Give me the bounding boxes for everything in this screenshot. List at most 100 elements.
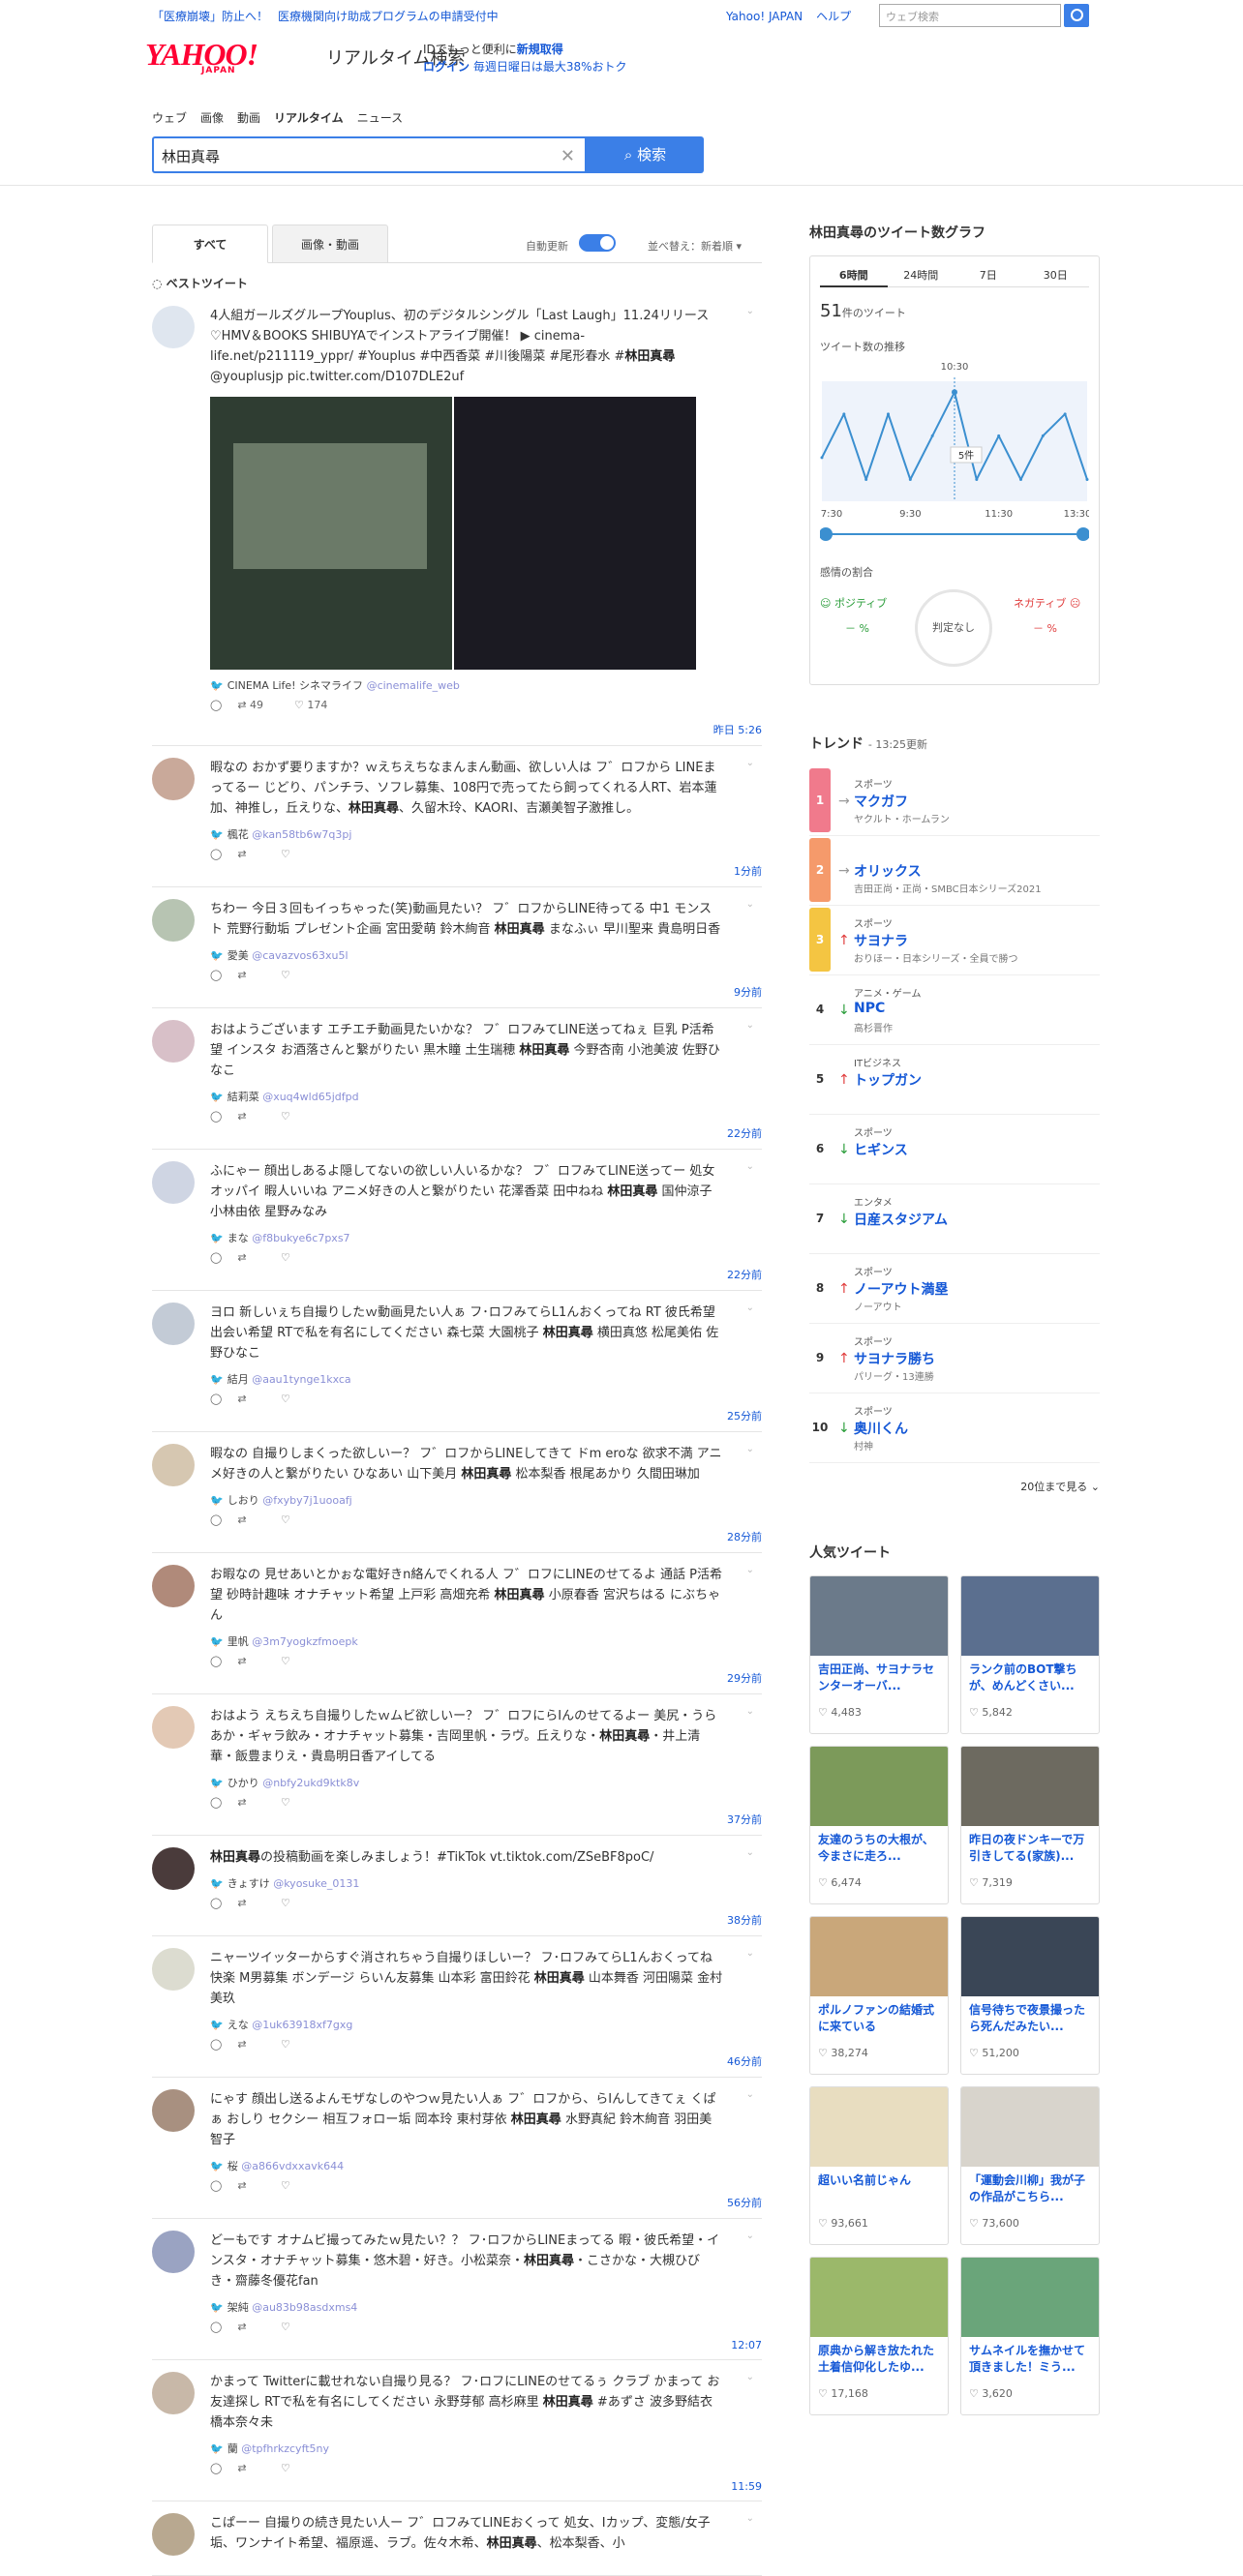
tab-media[interactable]: 画像・動画 <box>272 225 388 263</box>
tweet-time[interactable]: 46分前 <box>727 2053 762 2069</box>
help-link[interactable]: ヘルプ <box>816 10 851 23</box>
reply-icon[interactable]: ◯ <box>210 2321 222 2333</box>
like-icon[interactable]: ♡ <box>281 2462 306 2474</box>
tweet-time[interactable]: 28分前 <box>727 1529 762 1544</box>
popular-tweet-card[interactable]: ポルノファンの結婚式に来ている ♡ 38,274 <box>809 1916 949 2075</box>
like-icon[interactable]: ♡ <box>281 2038 306 2051</box>
tweet-line-chart[interactable]: 10:30 5件 7:30 9:30 11:30 13:30 <box>820 358 1089 547</box>
popular-tweet-card[interactable]: 原典から解き放たれた土着信仰化したゆ... ♡ 17,168 <box>809 2257 949 2415</box>
popular-tweet-text[interactable]: サムネイルを撫かせて頂きました！ミう... <box>961 2337 1099 2385</box>
reply-icon[interactable]: ◯ <box>210 1110 222 1123</box>
user-avatar[interactable] <box>152 758 195 800</box>
popular-tweet-card[interactable]: 信号待ちで夜景撮ったら死んだみたい... ♡ 51,200 <box>960 1916 1100 2075</box>
trend-name[interactable]: サヨナラ <box>854 931 908 950</box>
nav-news[interactable]: ニュース <box>357 111 403 125</box>
top-link-covid[interactable]: 「医療崩壊」防止へ！ <box>152 10 268 23</box>
retweet-icon[interactable]: ⇄ <box>237 1513 265 1526</box>
tweet-user[interactable]: 🐦 ひかり @nbfy2ukd9ktk8v <box>210 1775 762 1790</box>
tweet-user[interactable]: 🐦 蘭 @tpfhrkzcyft5ny <box>210 2441 762 2456</box>
chevron-down-icon[interactable]: ⌄ <box>746 1565 754 1575</box>
chevron-down-icon[interactable]: ⌄ <box>746 2089 754 2100</box>
trend-name[interactable]: 奥川くん <box>854 1419 908 1438</box>
yahoo-japan-link[interactable]: Yahoo! JAPAN <box>726 10 803 23</box>
chevron-down-icon[interactable]: ⌄ <box>746 1303 754 1313</box>
reply-icon[interactable]: ◯ <box>210 2462 222 2474</box>
tweet-user[interactable]: 🐦 愛美 @cavazvos63xu5l <box>210 947 762 963</box>
reply-icon[interactable]: ◯ <box>210 1251 222 1264</box>
like-icon[interactable]: ♡ <box>281 1251 306 1264</box>
reply-icon[interactable]: ◯ <box>210 1655 222 1667</box>
trend-item[interactable]: 7 ↓ エンタメ 日産スタジアム <box>809 1184 1100 1254</box>
like-icon[interactable]: ♡ <box>281 1110 306 1123</box>
chevron-down-icon[interactable]: ⌄ <box>746 1847 754 1858</box>
sort-dropdown[interactable]: 並べ替え：新着順 ▾ <box>648 238 742 254</box>
tweet-user[interactable]: 🐦 えな @1uk63918xf7gxg <box>210 2017 762 2032</box>
user-avatar[interactable] <box>152 2231 195 2273</box>
user-avatar[interactable] <box>152 1706 195 1749</box>
trend-item[interactable]: 4 ↓ アニメ・ゲーム NPC 高杉晋作 <box>809 975 1100 1045</box>
user-avatar[interactable] <box>152 2513 195 2556</box>
user-avatar[interactable] <box>152 2372 195 2414</box>
reply-icon[interactable]: ◯ <box>210 1897 222 1909</box>
retweet-icon[interactable]: ⇄ <box>237 1251 265 1264</box>
chevron-down-icon[interactable]: ⌄ <box>746 2231 754 2241</box>
popular-tweet-card[interactable]: 吉田正尚、サヨナラセンターオーバ... ♡ 4,483 <box>809 1575 949 1734</box>
tab-all[interactable]: すべて <box>152 225 268 263</box>
clear-icon[interactable]: ✕ <box>561 146 575 166</box>
tweet-user[interactable]: 🐦 里帆 @3m7yogkzfmoepk <box>210 1633 762 1649</box>
graph-tab-6h[interactable]: 6時間 <box>820 264 888 287</box>
like-icon[interactable]: ♡ <box>281 2179 306 2192</box>
like-icon[interactable]: ♡ <box>281 848 306 860</box>
chevron-down-icon[interactable]: ⌄ <box>746 1948 754 1959</box>
popular-tweet-card[interactable]: 「運動会川柳」我が子の作品がこちら... ♡ 73,600 <box>960 2086 1100 2245</box>
user-avatar[interactable] <box>152 899 195 942</box>
popular-tweet-card[interactable]: 友達のうちの大根が、今まさに走ろ... ♡ 6,474 <box>809 1746 949 1904</box>
nav-video[interactable]: 動画 <box>237 111 260 125</box>
chevron-down-icon[interactable]: ⌄ <box>746 2513 754 2524</box>
tweet-user[interactable]: 🐦 しおり @fxyby7j1uooafj <box>210 1492 762 1508</box>
tweet-time[interactable]: 1分前 <box>734 863 762 879</box>
trend-item[interactable]: 1 → スポーツ マクガフ ヤクルト・ホームラン <box>809 766 1100 836</box>
nav-realtime[interactable]: リアルタイム <box>274 111 344 125</box>
reply-icon[interactable]: ◯ <box>210 1513 222 1526</box>
chevron-down-icon[interactable]: ⌄ <box>746 1161 754 1172</box>
retweet-icon[interactable]: ⇄ <box>237 1110 265 1123</box>
tweet-time[interactable]: 9分前 <box>734 984 762 1000</box>
trend-more-link[interactable]: 20位まで見る ⌄ <box>809 1479 1100 1494</box>
user-avatar[interactable] <box>152 1565 195 1607</box>
retweet-icon[interactable]: ⇄ 49 <box>237 699 279 711</box>
tweet-time[interactable]: 22分前 <box>727 1125 762 1141</box>
popular-tweet-text[interactable]: 原典から解き放たれた土着信仰化したゆ... <box>810 2337 948 2385</box>
trend-item[interactable]: 3 ↑ スポーツ サヨナラ おりほー・日本シリーズ・全員で勝つ <box>809 906 1100 975</box>
web-search-input[interactable]: ウェブ検索 <box>879 4 1061 27</box>
search-button[interactable]: ⌕ 検索 <box>587 136 704 173</box>
tweet-time[interactable]: 11:59 <box>731 2480 762 2493</box>
like-icon[interactable]: ♡ 174 <box>294 699 343 711</box>
chevron-down-icon[interactable]: ⌄ <box>746 2372 754 2382</box>
chevron-down-icon[interactable]: ⌄ <box>746 1020 754 1031</box>
popular-tweet-text[interactable]: 信号待ちで夜景撮ったら死んだみたい... <box>961 1996 1099 2045</box>
popular-tweet-text[interactable]: ポルノファンの結婚式に来ている <box>810 1996 948 2045</box>
tweet-user[interactable]: 🐦 結月 @aau1tynge1kxca <box>210 1371 762 1387</box>
tweet-time[interactable]: 昨日 5:26 <box>713 722 762 737</box>
user-avatar[interactable] <box>152 1948 195 1991</box>
popular-tweet-text[interactable]: 友達のうちの大根が、今まさに走ろ... <box>810 1826 948 1874</box>
graph-tab-7d[interactable]: 7日 <box>955 264 1022 287</box>
user-avatar[interactable] <box>152 1303 195 1345</box>
like-icon[interactable]: ♡ <box>281 1393 306 1405</box>
auto-update-toggle[interactable] <box>579 234 616 252</box>
sunday-promo-link[interactable]: 毎週日曜日は最大38%おトク <box>473 60 627 74</box>
trend-name[interactable]: トップガン <box>854 1070 922 1090</box>
popular-tweet-text[interactable]: 「運動会川柳」我が子の作品がこちら... <box>961 2167 1099 2215</box>
reply-icon[interactable]: ◯ <box>210 969 222 981</box>
tweet-time[interactable]: 38分前 <box>727 1912 762 1928</box>
popular-tweet-text[interactable]: 昨日の夜ドンキーで万引きしてる(家族)... <box>961 1826 1099 1874</box>
retweet-icon[interactable]: ⇄ <box>237 1393 265 1405</box>
retweet-icon[interactable]: ⇄ <box>237 2179 265 2192</box>
tweet-user[interactable]: 🐦 CINEMA Life! シネマライフ @cinemalife_web <box>210 677 762 693</box>
tweet-time[interactable]: 37分前 <box>727 1812 762 1827</box>
retweet-icon[interactable]: ⇄ <box>237 848 265 860</box>
trend-name[interactable]: NPC <box>854 1001 885 1016</box>
web-search-button[interactable] <box>1064 4 1089 27</box>
retweet-icon[interactable]: ⇄ <box>237 969 265 981</box>
